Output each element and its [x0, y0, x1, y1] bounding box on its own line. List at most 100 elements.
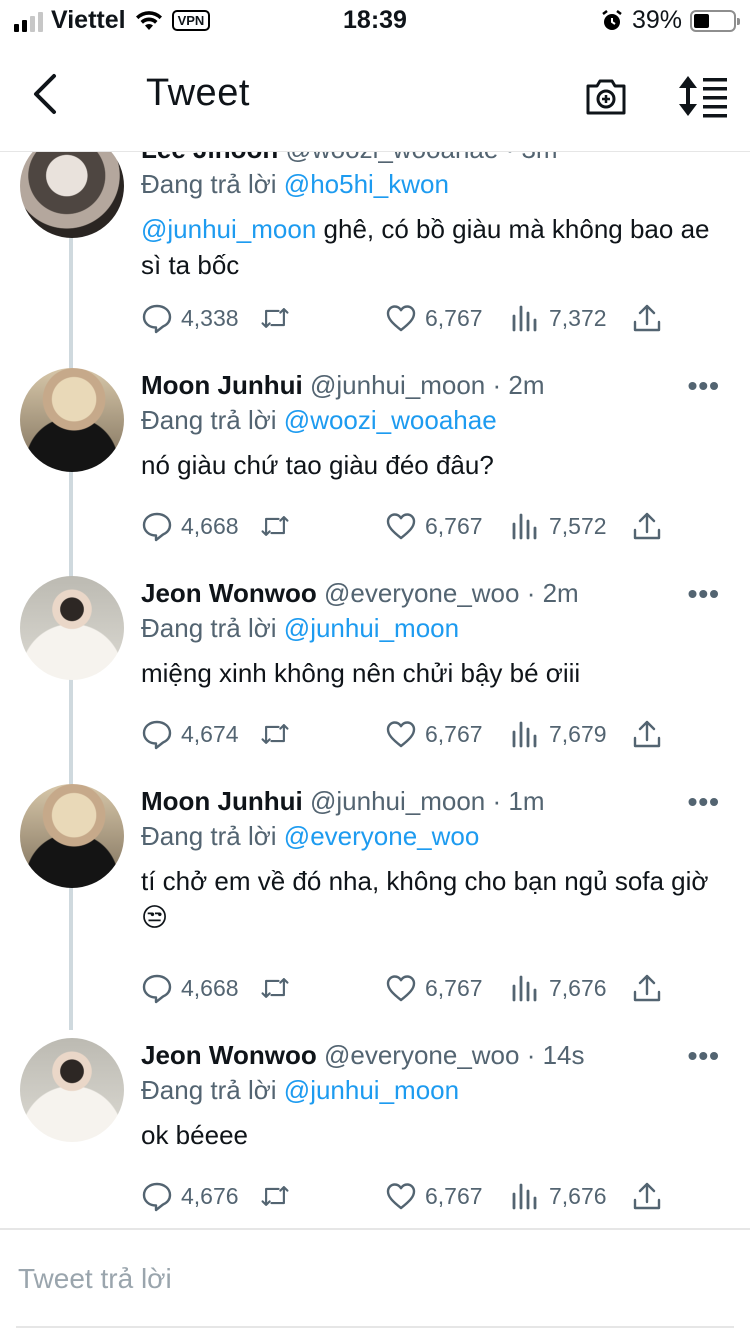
- like-button[interactable]: 6,767: [385, 1180, 483, 1212]
- reply-count: 4,338: [181, 304, 239, 331]
- sort-icon[interactable]: [676, 74, 728, 118]
- tweet-item[interactable]: Moon Junhui @junhui_moon · 2m Đang trả l…: [0, 348, 750, 556]
- reply-button[interactable]: 4,674: [141, 718, 239, 750]
- reply-count: 4,676: [181, 1182, 239, 1209]
- tweet-body: nó giàu chứ tao giàu đéo đâu?: [141, 450, 494, 480]
- more-options-icon[interactable]: •••: [688, 370, 720, 402]
- retweet-icon: [261, 516, 289, 536]
- more-options-icon[interactable]: •••: [688, 1040, 720, 1072]
- avatar[interactable]: [20, 784, 124, 888]
- heart-icon: [386, 975, 416, 1002]
- retweet-button[interactable]: [259, 972, 291, 1004]
- battery-level: [694, 13, 709, 28]
- tweet-item[interactable]: Moon Junhui @junhui_moon · 1m Đang trả l…: [0, 764, 750, 1018]
- user-handle[interactable]: @junhui_moon: [310, 786, 485, 816]
- heart-icon: [386, 1183, 416, 1210]
- retweet-button[interactable]: [259, 718, 291, 750]
- view-count: 7,676: [549, 974, 607, 1001]
- tweet-thread[interactable]: Lee Jihoon @woozi_wooahae · 3m Đang trả …: [0, 152, 750, 1228]
- share-button[interactable]: [631, 302, 663, 334]
- retweet-button[interactable]: [259, 302, 291, 334]
- display-name[interactable]: Lee Jihoon: [141, 152, 278, 164]
- views-icon: [512, 721, 537, 748]
- view-count: 7,372: [549, 304, 607, 331]
- share-button[interactable]: [631, 718, 663, 750]
- back-icon[interactable]: [28, 72, 62, 116]
- tweet-header: Jeon Wonwoo @everyone_woo · 2m: [141, 576, 730, 610]
- user-handle[interactable]: @everyone_woo: [324, 1040, 520, 1070]
- replying-mention-link[interactable]: @everyone_woo: [284, 821, 480, 851]
- like-button[interactable]: 6,767: [385, 718, 483, 750]
- tweet-actions: 4,674 6,767 7,679: [141, 718, 671, 752]
- retweet-icon: [261, 1186, 289, 1206]
- like-button[interactable]: 6,767: [385, 972, 483, 1004]
- retweet-button[interactable]: [259, 1180, 291, 1212]
- views-button[interactable]: 7,679: [509, 718, 607, 750]
- battery-percent: 39%: [631, 6, 682, 34]
- views-button[interactable]: 7,572: [509, 510, 607, 542]
- nav-bar: Tweet: [0, 42, 750, 152]
- heart-icon: [386, 305, 416, 332]
- views-button[interactable]: 7,676: [509, 1180, 607, 1212]
- like-button[interactable]: 6,767: [385, 302, 483, 334]
- display-name[interactable]: Jeon Wonwoo: [141, 1040, 317, 1070]
- heart-icon: [386, 513, 416, 540]
- display-name[interactable]: Moon Junhui: [141, 370, 303, 400]
- reply-button[interactable]: 4,668: [141, 510, 239, 542]
- reply-button[interactable]: 4,668: [141, 972, 239, 1004]
- replying-prefix: Đang trả lời: [141, 169, 277, 199]
- camera-add-icon[interactable]: [584, 74, 628, 118]
- views-button[interactable]: 7,676: [509, 972, 607, 1004]
- views-button[interactable]: 7,372: [509, 302, 607, 334]
- reply-icon: [142, 720, 172, 750]
- reply-icon: [142, 512, 172, 542]
- tweet-actions: 4,338 6,767 7,372: [141, 302, 671, 336]
- reply-input[interactable]: [18, 1248, 718, 1310]
- more-options-icon[interactable]: •••: [688, 786, 720, 818]
- like-count: 6,767: [425, 720, 483, 747]
- replying-mention-link[interactable]: @junhui_moon: [284, 613, 459, 643]
- retweet-button[interactable]: [259, 510, 291, 542]
- tweet-header: Lee Jihoon @woozi_wooahae · 3m: [141, 152, 730, 166]
- replying-mention-link[interactable]: @woozi_wooahae: [284, 405, 497, 435]
- reply-button[interactable]: 4,676: [141, 1180, 239, 1212]
- reply-icon: [142, 974, 172, 1004]
- share-button[interactable]: [631, 1180, 663, 1212]
- user-handle[interactable]: @everyone_woo: [324, 578, 520, 608]
- replying-mention-link[interactable]: @ho5hi_kwon: [284, 169, 449, 199]
- tweet-item[interactable]: Jeon Wonwoo @everyone_woo · 2m Đang trả …: [0, 556, 750, 764]
- avatar[interactable]: [20, 576, 124, 680]
- tweet-body: miệng xinh không nên chửi bậy bé ơiii: [141, 658, 581, 688]
- reply-button[interactable]: 4,338: [141, 302, 239, 334]
- replying-prefix: Đang trả lời: [141, 821, 277, 851]
- avatar[interactable]: [20, 368, 124, 472]
- share-icon: [633, 974, 661, 1002]
- tweet-item[interactable]: Lee Jihoon @woozi_wooahae · 3m Đang trả …: [0, 152, 750, 348]
- composer-divider: [16, 1326, 734, 1328]
- replying-mention-link[interactable]: @junhui_moon: [284, 1075, 459, 1105]
- share-icon: [633, 512, 661, 540]
- tweet-header: Moon Junhui @junhui_moon · 1m: [141, 784, 730, 818]
- tweet-actions: 4,668 6,767 7,676: [141, 972, 671, 1006]
- status-right: 39%: [600, 6, 740, 35]
- tweet-actions: 4,676 6,767 7,676: [141, 1180, 671, 1214]
- tweet-body: ok béeee: [141, 1120, 248, 1150]
- like-button[interactable]: 6,767: [385, 510, 483, 542]
- tweet-time: · 14s: [526, 1040, 585, 1070]
- display-name[interactable]: Jeon Wonwoo: [141, 578, 317, 608]
- avatar[interactable]: [20, 152, 124, 238]
- like-count: 6,767: [425, 1182, 483, 1209]
- reply-count: 4,668: [181, 974, 239, 1001]
- more-options-icon[interactable]: •••: [688, 578, 720, 610]
- user-handle[interactable]: @junhui_moon: [310, 370, 485, 400]
- share-icon: [633, 720, 661, 748]
- mention-link[interactable]: @junhui_moon: [141, 214, 316, 244]
- tweet-item[interactable]: Jeon Wonwoo @everyone_woo · 14s Đang trả…: [0, 1018, 750, 1228]
- share-button[interactable]: [631, 972, 663, 1004]
- avatar[interactable]: [20, 1038, 124, 1142]
- share-button[interactable]: [631, 510, 663, 542]
- reply-count: 4,674: [181, 720, 239, 747]
- user-handle[interactable]: @woozi_wooahae: [285, 152, 498, 164]
- like-count: 6,767: [425, 974, 483, 1001]
- display-name[interactable]: Moon Junhui: [141, 786, 303, 816]
